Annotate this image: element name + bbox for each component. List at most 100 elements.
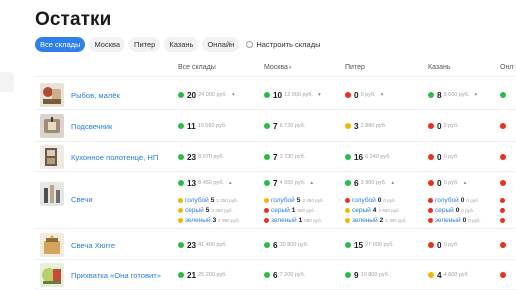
column-header-online[interactable]: Онл <box>500 64 513 71</box>
status-dot <box>345 197 350 203</box>
stock-cell: 21 25 200 руб. <box>178 270 227 280</box>
stock-cell: 13 8 450 руб. ▴ <box>178 178 232 188</box>
status-dot <box>500 180 506 186</box>
variant-quantity: 0 <box>460 196 465 204</box>
stock-cell: 67 200 руб. <box>264 270 305 280</box>
variant-sum: 650 руб. <box>297 207 316 213</box>
status-dot <box>428 92 434 98</box>
variant-sum: 0 руб. <box>468 217 481 223</box>
variant-quantity: 0 <box>377 196 382 204</box>
stock-cell: 9 10 800 руб. <box>345 270 389 280</box>
variant-stock-line: зеленый 2 1 300 руб. <box>345 216 407 224</box>
variant-stock-line: зеленый 1 650 руб. <box>264 216 322 224</box>
variant-stock-line <box>500 206 507 214</box>
warehouse-tabs: Все склады Москва Питер Казань Онлайн На… <box>35 37 320 52</box>
status-dot <box>345 272 351 278</box>
product-name-link[interactable]: Свечи <box>71 195 93 204</box>
stock-sum: 2 880 руб. <box>360 123 387 129</box>
status-dot <box>428 217 433 223</box>
variant-stock-line: зеленый 3 1 950 руб. <box>178 216 240 224</box>
stock-cell: 00 руб. ▴ <box>428 178 466 188</box>
variant-stock-line: серый 5 3 250 руб. <box>178 206 233 214</box>
tab-kazan[interactable]: Казань <box>164 37 199 52</box>
stock-quantity: 0 <box>437 152 442 162</box>
status-dot <box>345 92 351 98</box>
expand-caret-icon[interactable]: ▾ <box>318 92 321 98</box>
status-dot <box>345 207 350 213</box>
stock-cell: 63 900 руб. ▴ <box>345 178 394 188</box>
collapse-caret-icon[interactable]: ▴ <box>229 180 232 186</box>
column-header-piter[interactable]: Питер <box>345 64 365 71</box>
product-thumbnail <box>40 114 64 138</box>
variant-label: зеленый <box>435 216 461 224</box>
expand-caret-icon[interactable]: ▾ <box>232 92 235 98</box>
variant-stock-line: голубой 5 3 250 руб. <box>264 196 324 204</box>
tab-moscow[interactable]: Москва <box>89 37 126 52</box>
product-name-link[interactable]: Подсвечник <box>71 122 112 131</box>
variant-quantity: 2 <box>379 216 384 224</box>
collapse-caret-icon[interactable]: ▴ <box>310 180 313 186</box>
tab-piter[interactable]: Питер <box>129 37 161 52</box>
variant-label: зеленый <box>271 216 297 224</box>
stock-cell: 16 6 240 руб. <box>345 152 391 162</box>
stock-cell: 32 880 руб. <box>345 121 386 131</box>
column-header-moscow[interactable]: Москва▾ <box>264 64 291 71</box>
product-name-link[interactable]: Кухонное полотенце, НП <box>71 153 158 162</box>
stock-sum: 0 руб. <box>443 180 459 186</box>
stock-quantity: 13 <box>187 178 197 188</box>
status-dot <box>428 272 434 278</box>
configure-warehouses-label: Настроить склады <box>256 40 321 49</box>
column-header-kazan[interactable]: Казань <box>428 64 451 71</box>
stock-quantity: 23 <box>187 240 197 250</box>
stock-sum: 10 800 руб. <box>360 272 390 278</box>
tab-online[interactable]: Онлайн <box>202 37 240 52</box>
stock-sum: 4 550 руб. <box>279 180 306 186</box>
status-dot <box>264 92 270 98</box>
collapse-caret-icon[interactable]: ▴ <box>464 180 467 186</box>
variant-stock-line: серый 4 2 600 руб. <box>345 206 400 214</box>
stock-quantity: 6 <box>273 240 278 250</box>
row-divider <box>35 109 516 110</box>
variant-stock-line: серый 0 0 руб. <box>428 206 474 214</box>
stock-cell: 74 550 руб. ▴ <box>264 178 313 188</box>
product-thumbnail <box>40 263 64 287</box>
product-name-link[interactable]: Прихватка «Она готовит» <box>71 271 161 280</box>
status-dot <box>500 242 506 248</box>
page-title: Остатки <box>35 9 112 30</box>
stock-cell: 00 руб. ▾ <box>345 90 383 100</box>
stock-quantity: 23 <box>187 152 197 162</box>
collapse-caret-icon[interactable]: ▴ <box>391 180 394 186</box>
stock-sum: 27 000 руб. <box>365 242 394 248</box>
expand-caret-icon[interactable]: ▾ <box>474 92 477 98</box>
variant-stock-line: зеленый 0 0 руб. <box>428 216 481 224</box>
expand-caret-icon[interactable]: ▾ <box>381 92 384 98</box>
stock-quantity: 16 <box>354 152 364 162</box>
variant-label: серый <box>352 206 371 214</box>
status-dot <box>178 272 184 278</box>
product-thumbnail <box>40 83 64 107</box>
column-header-all[interactable]: Все склады <box>178 64 216 71</box>
tab-all-warehouses[interactable]: Все склады <box>35 37 86 52</box>
status-dot <box>500 123 506 129</box>
stock-quantity: 0 <box>437 121 442 131</box>
variant-sum: 3 250 руб. <box>216 197 238 203</box>
product-name-link[interactable]: Свеча Хюгге <box>71 241 115 250</box>
stock-quantity: 7 <box>273 152 278 162</box>
stock-quantity: 15 <box>354 240 364 250</box>
row-divider <box>35 228 516 229</box>
stock-quantity: 6 <box>273 270 278 280</box>
variant-stock-line <box>500 216 507 224</box>
stock-cell: 10 12 000 руб. ▾ <box>264 90 321 100</box>
gear-icon <box>246 41 254 48</box>
stock-cell: 72 730 руб. <box>264 152 305 162</box>
stock-sum: 8 970 руб. <box>198 154 224 160</box>
stock-quantity: 0 <box>354 90 359 100</box>
product-name-link[interactable]: Рыбов, малёк <box>71 91 120 100</box>
variant-label: голубой <box>271 196 295 204</box>
configure-warehouses-button[interactable]: Настроить склады <box>246 37 320 52</box>
variant-sum: 2 600 руб. <box>378 207 400 213</box>
stock-quantity: 7 <box>273 178 278 188</box>
stock-sum: 0 руб. <box>443 123 459 129</box>
status-dot <box>428 154 434 160</box>
product-thumbnail <box>40 145 64 169</box>
